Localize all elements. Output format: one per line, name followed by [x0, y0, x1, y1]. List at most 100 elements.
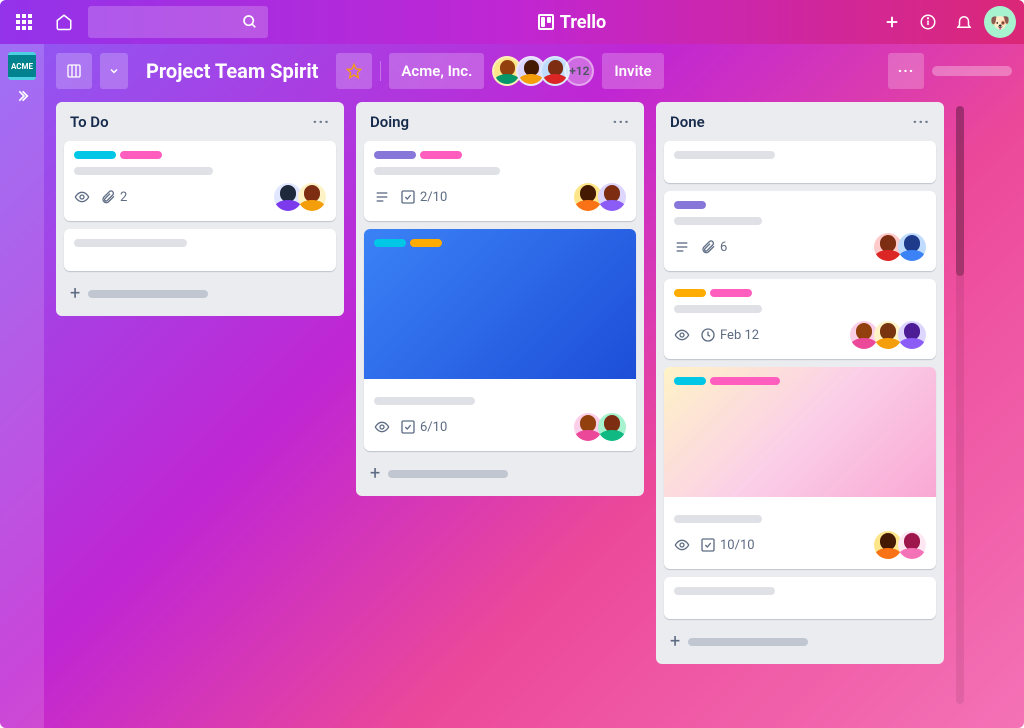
star-board-button[interactable]	[336, 53, 372, 89]
topbar: Trello 🐶	[0, 0, 1024, 44]
checklist-badge: 10/10	[700, 537, 755, 553]
plus-icon: +	[370, 463, 380, 484]
card[interactable]: 10/10	[664, 367, 936, 569]
card-title-placeholder	[674, 151, 775, 159]
description-badge	[374, 189, 390, 205]
card-label-pink	[420, 151, 462, 159]
card-label-cyan	[74, 151, 116, 159]
watch-badge	[674, 327, 690, 343]
card-members	[578, 413, 626, 441]
card[interactable]: Feb 12	[664, 279, 936, 359]
checklist-badge: 6/10	[400, 419, 447, 435]
scrollbar[interactable]	[956, 106, 964, 704]
eye-icon	[374, 419, 390, 435]
workspace-sidebar: ACME	[0, 44, 44, 728]
card-label-cyan	[674, 377, 706, 385]
trello-logo-icon	[538, 14, 554, 30]
watch-badge	[374, 419, 390, 435]
card-members	[578, 183, 626, 211]
watch-badge	[674, 537, 690, 553]
card-title-placeholder	[374, 167, 500, 175]
card-members	[878, 233, 926, 261]
card-cover	[364, 229, 636, 379]
card-title-placeholder	[674, 515, 762, 523]
eye-icon	[674, 537, 690, 553]
card[interactable]: 2/10	[364, 141, 636, 221]
card-label-purple	[374, 151, 416, 159]
card-cover	[664, 367, 936, 497]
board-canvas[interactable]: To Do ··· 2	[44, 98, 1024, 728]
list-menu-button[interactable]: ···	[613, 112, 630, 131]
board-menu-button[interactable]: ···	[888, 53, 924, 89]
list-title[interactable]: Done	[670, 113, 705, 131]
home-button[interactable]	[48, 6, 80, 38]
list-title[interactable]: To Do	[70, 113, 109, 131]
eye-icon	[74, 189, 90, 205]
watch-badge	[74, 189, 90, 205]
card[interactable]: 6/10	[364, 229, 636, 451]
info-button[interactable]	[912, 6, 944, 38]
description-icon	[374, 189, 390, 205]
card[interactable]	[664, 577, 936, 619]
chevron-down-icon	[108, 65, 120, 77]
list-menu-button[interactable]: ···	[313, 112, 330, 131]
list-done: Done ··· 6	[656, 102, 944, 664]
plus-icon: +	[70, 283, 80, 304]
search-icon	[242, 14, 258, 30]
extra-members-count[interactable]: +12	[564, 56, 594, 86]
card-title-placeholder	[674, 587, 775, 595]
plus-icon: +	[670, 631, 680, 652]
board-title[interactable]: Project Team Spirit	[136, 59, 328, 83]
add-card-button[interactable]: +	[664, 627, 936, 656]
card-title-placeholder	[74, 167, 213, 175]
card-label-pink	[710, 377, 780, 385]
card-members	[278, 183, 326, 211]
app-title: Trello	[276, 12, 868, 33]
card-label-cyan	[374, 239, 406, 247]
bell-icon	[955, 13, 973, 31]
user-avatar[interactable]: 🐶	[984, 6, 1016, 38]
attachment-badge: 6	[700, 239, 727, 255]
add-card-button[interactable]: +	[64, 279, 336, 308]
eye-icon	[674, 327, 690, 343]
list-doing: Doing ··· 2/10	[356, 102, 644, 496]
list-title[interactable]: Doing	[370, 113, 409, 131]
card-label-yellow	[674, 289, 706, 297]
board-members[interactable]: +12	[492, 56, 594, 86]
search-input[interactable]	[88, 6, 268, 38]
board-icon	[66, 63, 82, 79]
due-date-badge: Feb 12	[700, 327, 759, 343]
card-title-placeholder	[74, 239, 187, 247]
card-label-pink	[120, 151, 162, 159]
board-view-button[interactable]	[56, 53, 92, 89]
card-title-placeholder	[674, 217, 762, 225]
star-icon	[346, 63, 362, 79]
checklist-icon	[700, 537, 716, 553]
card[interactable]: 6	[664, 191, 936, 271]
card-label-yellow	[410, 239, 442, 247]
board-content: Project Team Spirit Acme, Inc. +12 Invit…	[44, 44, 1024, 728]
expand-sidebar-button[interactable]	[14, 88, 30, 104]
card-label-pink	[710, 289, 752, 297]
notifications-button[interactable]	[948, 6, 980, 38]
checklist-icon	[400, 189, 416, 205]
apps-menu-button[interactable]	[8, 6, 40, 38]
create-button[interactable]	[876, 6, 908, 38]
description-icon	[674, 239, 690, 255]
list-menu-button[interactable]: ···	[913, 112, 930, 131]
board-view-dropdown[interactable]	[100, 53, 128, 89]
info-icon	[919, 13, 937, 31]
card-title-placeholder	[374, 397, 475, 405]
card[interactable]: 2	[64, 141, 336, 221]
workspace-badge[interactable]: ACME	[8, 52, 36, 80]
app-name-text: Trello	[560, 12, 606, 33]
add-card-button[interactable]: +	[364, 459, 636, 488]
checklist-icon	[400, 419, 416, 435]
card[interactable]	[64, 229, 336, 271]
card-members	[854, 321, 926, 349]
invite-button[interactable]: Invite	[602, 53, 663, 89]
scrollbar-thumb[interactable]	[956, 106, 964, 276]
board-header: Project Team Spirit Acme, Inc. +12 Invit…	[44, 44, 1024, 98]
visibility-button[interactable]: Acme, Inc.	[389, 53, 484, 89]
card[interactable]	[664, 141, 936, 183]
